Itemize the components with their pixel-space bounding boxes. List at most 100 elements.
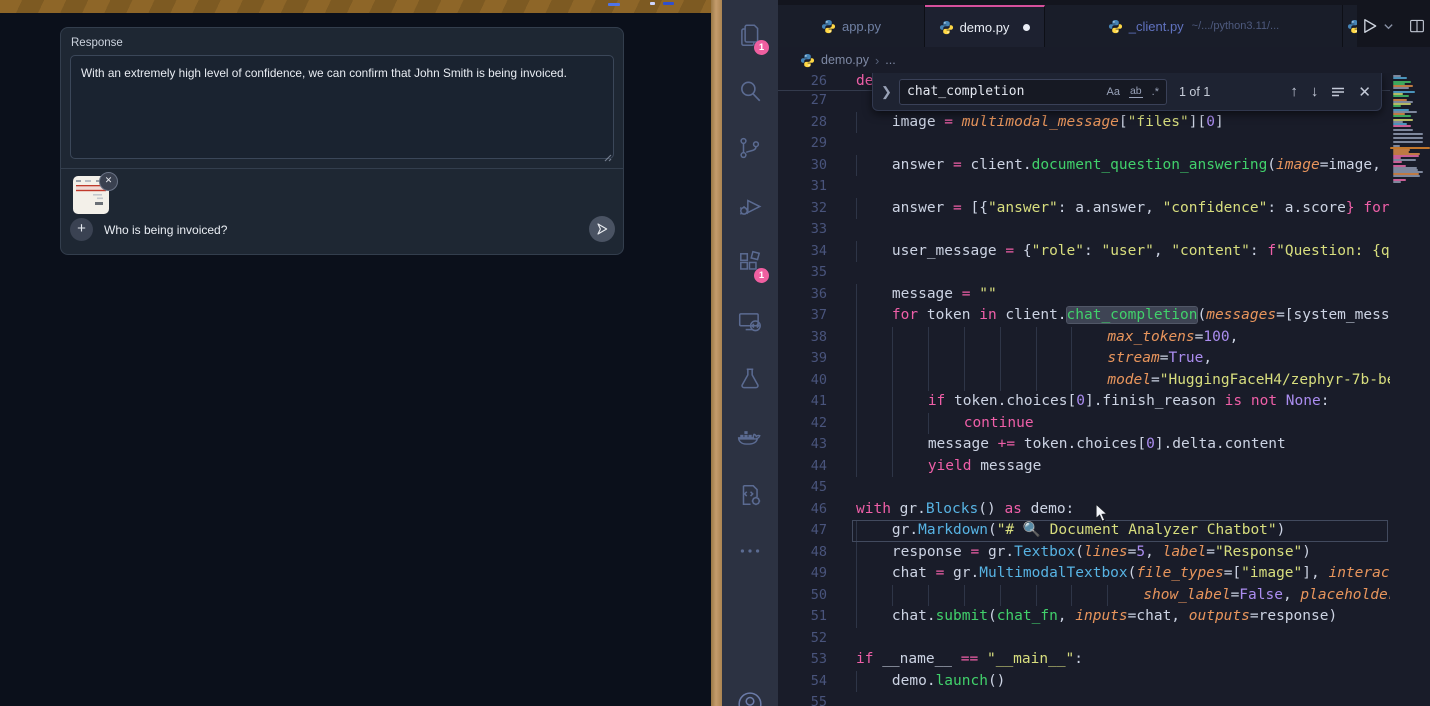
code-line-32[interactable]: 32answer = [{"answer": a.answer, "confid… [778, 198, 1390, 220]
line-number: 31 [778, 176, 827, 198]
line-number: 41 [778, 391, 827, 413]
python-file-icon [800, 53, 815, 68]
vscode-window: 1 1 app.py demo.py _client.py ~/.../python3.… [722, 0, 1430, 706]
breadcrumb-separator: › [875, 53, 879, 68]
code-line-29[interactable]: 29 [778, 133, 1390, 155]
textarea-resize-handle[interactable] [602, 152, 612, 162]
line-number: 44 [778, 456, 827, 478]
attachment-close-button[interactable]: ✕ [99, 172, 118, 191]
tab-app.py[interactable]: app.py [778, 5, 925, 47]
find-previous-button[interactable]: ↑ [1290, 83, 1298, 100]
code-line-28[interactable]: 28image = multimodal_message["files"][0] [778, 112, 1390, 134]
match-case-button[interactable]: Aa [1107, 86, 1120, 98]
panel-divider [61, 168, 623, 169]
code-line-33[interactable]: 33 [778, 219, 1390, 241]
find-next-button[interactable]: ↓ [1311, 83, 1319, 100]
code-line-41[interactable]: 41if token.choices[0].finish_reason is n… [778, 391, 1390, 413]
line-number: 49 [778, 563, 827, 585]
source-control-icon[interactable] [722, 126, 778, 170]
line-number: 29 [778, 133, 827, 155]
line-number: 38 [778, 327, 827, 349]
code-line-38[interactable]: 38max_tokens=100, [778, 327, 1390, 349]
code-task-icon[interactable] [722, 473, 778, 517]
line-number: 27 [778, 90, 827, 112]
run-dropdown-button[interactable] [1383, 21, 1394, 32]
breadcrumb: demo.py › ... [778, 47, 1390, 73]
response-textarea[interactable]: With an extremely high level of confiden… [70, 55, 614, 159]
code-line-31[interactable]: 31 [778, 176, 1390, 198]
python-file-icon [1108, 19, 1123, 34]
code-line-45[interactable]: 45 [778, 477, 1390, 499]
code-line-51[interactable]: 51chat.submit(chat_fn, inputs=chat, outp… [778, 606, 1390, 628]
search-icon[interactable] [722, 69, 778, 113]
gradio-form-panel: Response With an extremely high level of… [60, 27, 624, 255]
line-number: 36 [778, 284, 827, 306]
wallpaper-speck [650, 2, 655, 5]
gradio-app-window: Response With an extremely high level of… [0, 13, 711, 706]
code-line-35[interactable]: 35 [778, 262, 1390, 284]
split-editor-button[interactable] [1408, 17, 1426, 35]
docker-icon[interactable] [722, 415, 778, 459]
line-number: 33 [778, 219, 827, 241]
explorer-icon[interactable]: 1 [722, 13, 778, 57]
line-number: 32 [778, 198, 827, 220]
python-file-icon [821, 19, 836, 34]
minimap[interactable] [1390, 73, 1430, 706]
code-line-42[interactable]: 42continue [778, 413, 1390, 435]
find-expand-chevron-icon[interactable]: ❯ [881, 84, 899, 100]
response-label: Response [71, 37, 123, 49]
remote-explorer-icon[interactable] [722, 300, 778, 344]
code-line-34[interactable]: 34user_message = {"role": "user", "conte… [778, 241, 1390, 263]
extensions-badge: 1 [754, 268, 769, 283]
code-line-44[interactable]: 44yield message [778, 456, 1390, 478]
tab-label: app.py [842, 19, 881, 34]
overflow-tab[interactable] [1343, 5, 1357, 47]
send-button[interactable] [589, 216, 615, 242]
code-line-55[interactable]: 55 [778, 692, 1390, 706]
code-line-37[interactable]: 37for token in client.chat_completion(me… [778, 305, 1390, 327]
find-results-count: 1 of 1 [1179, 85, 1210, 99]
account-icon[interactable] [722, 682, 778, 706]
code-editor[interactable]: 26def 2728image = multimodal_message["fi… [778, 73, 1390, 706]
code-line-52[interactable]: 52 [778, 628, 1390, 650]
tab-_client.py[interactable]: _client.py ~/.../python3.11/... [1045, 5, 1343, 47]
wallpaper-speck [663, 2, 674, 5]
find-close-button[interactable]: ✕ [1358, 83, 1371, 101]
find-query-text[interactable]: chat_completion [907, 84, 1098, 99]
add-attachment-button[interactable]: + [70, 218, 93, 241]
more-views-icon[interactable] [722, 529, 778, 573]
tab-description: ~/.../python3.11/... [1192, 20, 1280, 32]
regex-button[interactable]: .* [1152, 86, 1159, 98]
line-number: 43 [778, 434, 827, 456]
code-line-40[interactable]: 40model="HuggingFaceH4/zephyr-7b-beta [778, 370, 1390, 392]
whole-word-button[interactable]: ab [1129, 85, 1143, 98]
tab-label: _client.py [1129, 19, 1184, 34]
line-number: 35 [778, 262, 827, 284]
line-number: 37 [778, 305, 827, 327]
sticky-line-number: 26 [778, 73, 827, 90]
find-input[interactable]: chat_completion Aa ab .* [899, 79, 1167, 105]
code-line-47[interactable]: 47gr.Markdown("# 🔍 Document Analyzer Cha… [778, 520, 1390, 542]
code-line-53[interactable]: 53if __name__ == "__main__": [778, 649, 1390, 671]
chat-input[interactable]: Who is being invoiced? [104, 223, 227, 237]
tab-demo.py[interactable]: demo.py [925, 5, 1045, 47]
breadcrumb-file[interactable]: demo.py [821, 53, 869, 67]
line-number: 40 [778, 370, 827, 392]
code-line-43[interactable]: 43message += token.choices[0].delta.cont… [778, 434, 1390, 456]
code-line-46[interactable]: 46with gr.Blocks() as demo: [778, 499, 1390, 521]
code-line-49[interactable]: 49chat = gr.MultimodalTextbox(file_types… [778, 563, 1390, 585]
breadcrumb-symbol[interactable]: ... [885, 53, 895, 67]
run-debug-icon[interactable] [722, 184, 778, 228]
extensions-icon[interactable]: 1 [722, 241, 778, 285]
run-button[interactable] [1359, 16, 1379, 36]
code-line-50[interactable]: 50show_label=False, placeholder= [778, 585, 1390, 607]
wallpaper-speck [608, 3, 620, 6]
code-line-48[interactable]: 48response = gr.Textbox(lines=5, label="… [778, 542, 1390, 564]
code-line-39[interactable]: 39stream=True, [778, 348, 1390, 370]
code-line-36[interactable]: 36message = "" [778, 284, 1390, 306]
python-file-icon [939, 20, 954, 35]
code-line-30[interactable]: 30answer = client.document_question_answ… [778, 155, 1390, 177]
code-line-54[interactable]: 54demo.launch() [778, 671, 1390, 693]
testing-icon[interactable] [722, 357, 778, 401]
find-in-selection-button[interactable] [1331, 85, 1345, 99]
